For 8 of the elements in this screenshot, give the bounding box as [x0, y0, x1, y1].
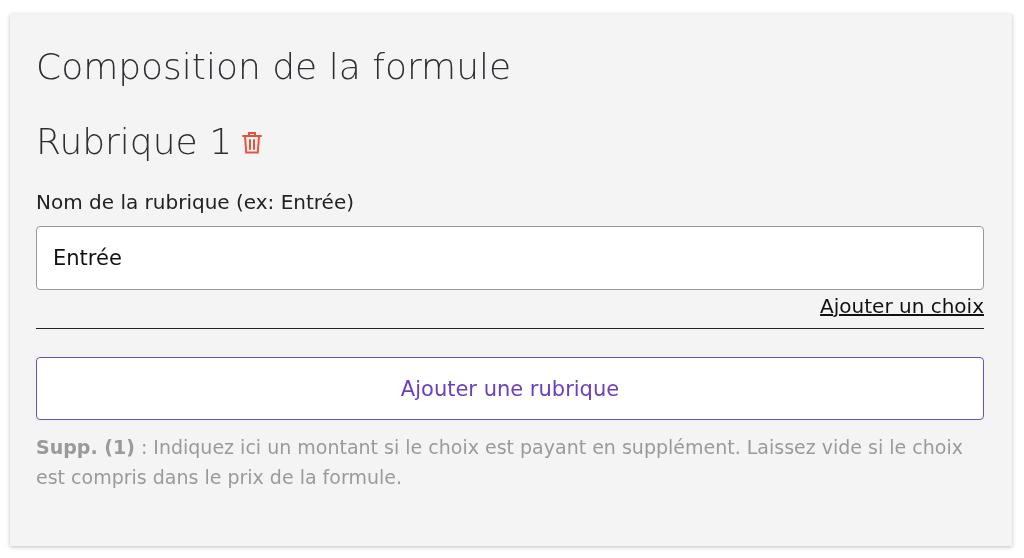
field-label: Nom de la rubrique (ex: Entrée)	[36, 190, 355, 214]
rubrique-title: Rubrique 1	[36, 120, 233, 164]
name-field[interactable]: Entrée	[36, 226, 984, 290]
help-note: Supp. (1) : Indiquez ici un montant si le choix est payant en supplément. Laissez vide si le choix est compris dans le prix de la formule.	[36, 435, 964, 490]
section-title: Composition de la formule	[36, 45, 513, 89]
add-choice-link[interactable]: Ajouter un choix	[820, 294, 984, 318]
trash-icon[interactable]	[242, 131, 263, 155]
add-rubrique-button[interactable]: Ajouter une rubrique	[36, 357, 984, 420]
